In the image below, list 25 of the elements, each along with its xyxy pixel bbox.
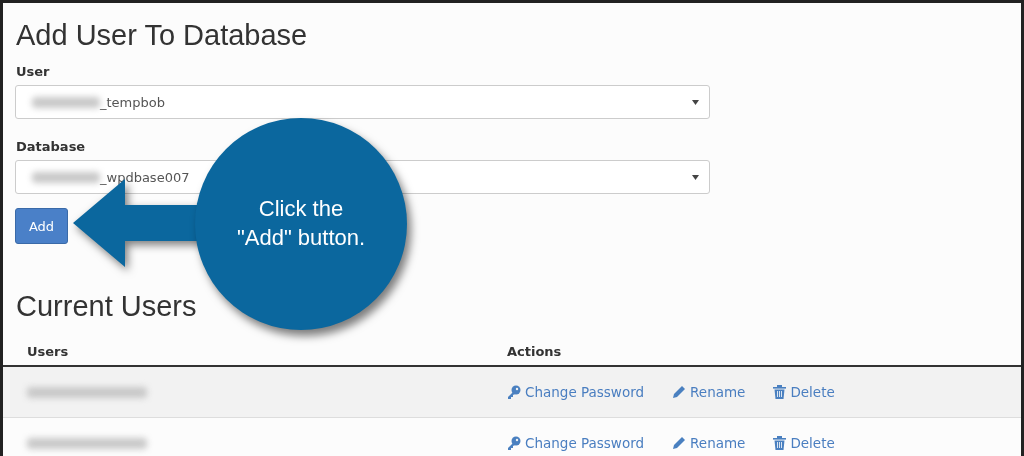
blurred-text — [32, 96, 100, 108]
caret-icon — [692, 99, 699, 105]
pencil-icon — [672, 436, 687, 450]
trash-icon — [773, 385, 787, 399]
section-title: Current Users — [16, 290, 198, 323]
action-link[interactable]: Change Password — [507, 384, 645, 400]
caret-icon — [692, 174, 699, 180]
page-title: Add User To Database — [16, 19, 309, 52]
action-link[interactable]: Delete — [773, 435, 835, 451]
action-link[interactable]: Rename — [672, 435, 746, 451]
column-header: Users — [26, 343, 70, 359]
trash-icon — [773, 436, 787, 450]
action-link[interactable]: Rename — [672, 384, 746, 400]
field-label: Database — [16, 139, 87, 154]
column-header: Actions — [507, 343, 562, 359]
blurred-text — [32, 171, 100, 183]
pencil-icon — [672, 385, 687, 399]
select-field[interactable]: _tempbob — [15, 85, 710, 119]
key-icon — [507, 385, 521, 399]
key-icon — [507, 436, 521, 450]
field-label: User — [16, 64, 51, 79]
callout-text: Click the "Add" button. — [236, 195, 366, 252]
add-button[interactable]: Add — [15, 208, 68, 244]
action-link[interactable]: Change Password — [507, 435, 645, 451]
action-link[interactable]: Delete — [773, 384, 835, 400]
